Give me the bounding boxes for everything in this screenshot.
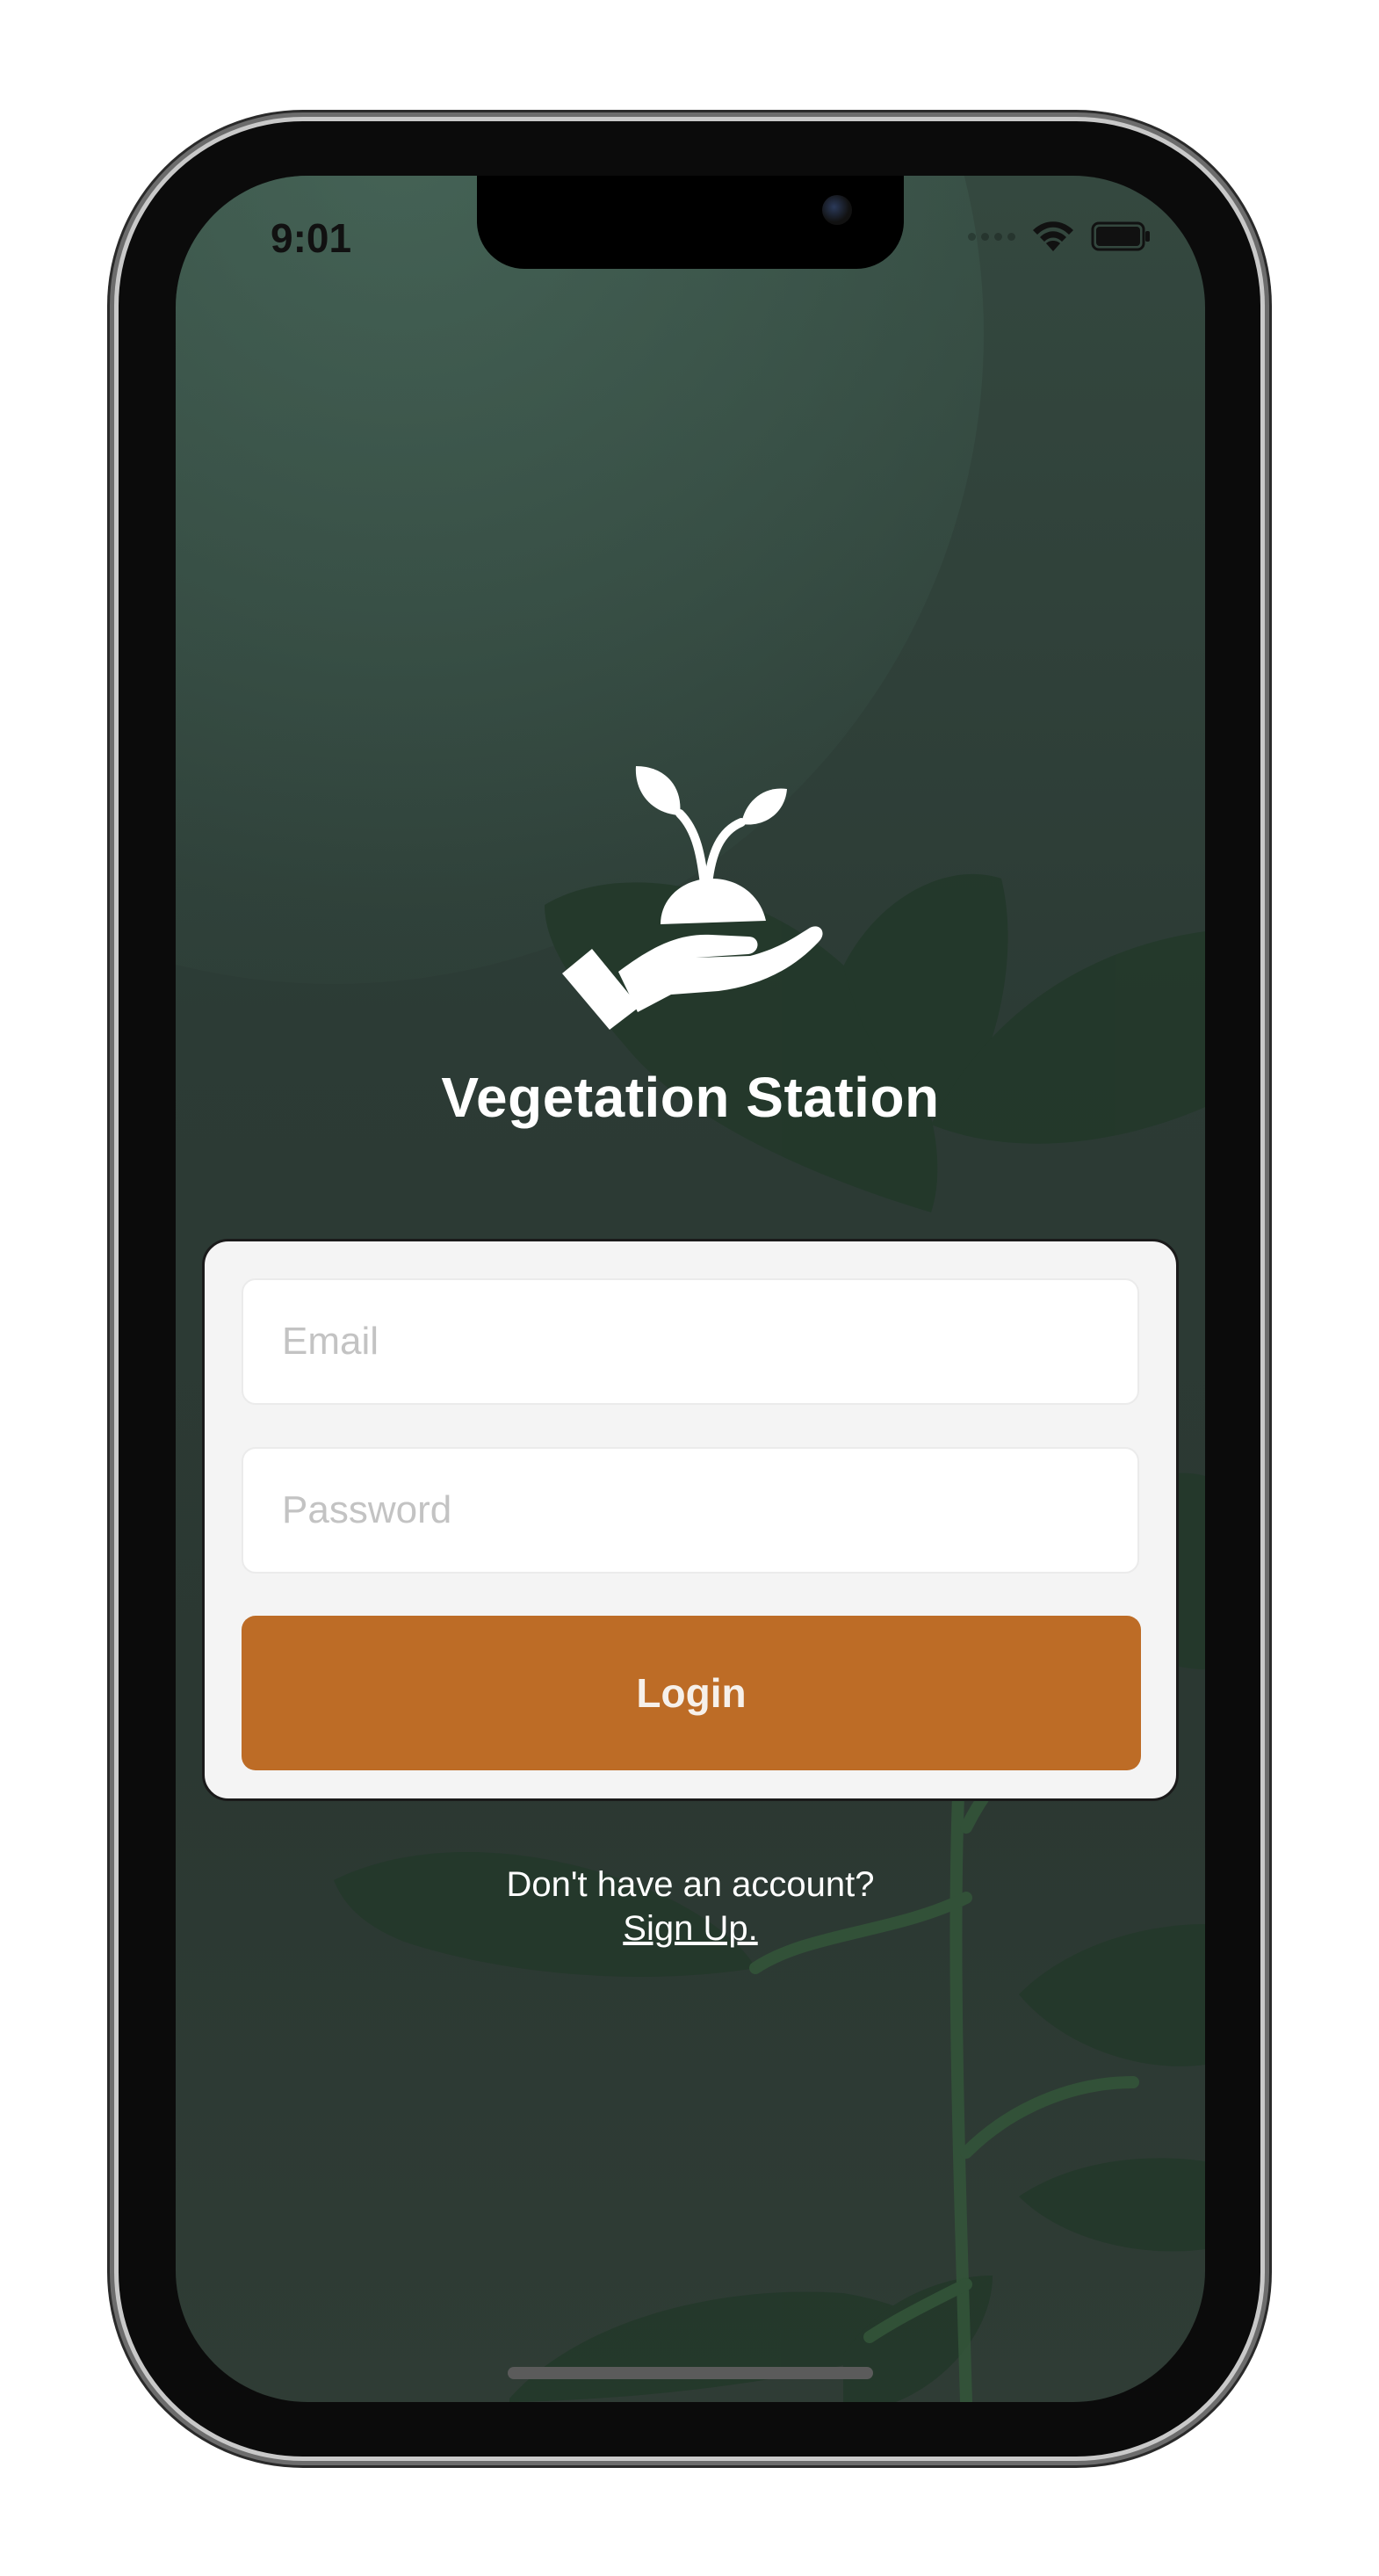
notch <box>477 176 904 269</box>
password-input[interactable] <box>243 1449 1137 1572</box>
signal-icon <box>968 232 1015 241</box>
signup-link[interactable]: Sign Up. <box>623 1909 757 1948</box>
email-input[interactable] <box>243 1280 1137 1403</box>
status-time: 9:01 <box>271 215 352 261</box>
password-field[interactable] <box>242 1447 1139 1574</box>
signup-link-container: Sign Up. <box>176 1907 1205 1950</box>
login-card: Login <box>202 1239 1179 1801</box>
email-field[interactable] <box>242 1278 1139 1405</box>
front-camera <box>822 195 852 225</box>
signup-prompt: Don't have an account? <box>506 1865 875 1904</box>
app-screen: 9:01 Vegetation Station Email Login Don'… <box>176 176 1205 2402</box>
app-title: Vegetation Station <box>441 1066 940 1129</box>
home-indicator[interactable] <box>508 2367 873 2379</box>
status-icons <box>968 220 1152 253</box>
hand-holding-sprout-icon <box>562 766 823 1030</box>
login-button[interactable]: Login <box>242 1616 1141 1770</box>
battery-icon <box>1091 221 1150 251</box>
wifi-icon <box>1033 221 1073 251</box>
